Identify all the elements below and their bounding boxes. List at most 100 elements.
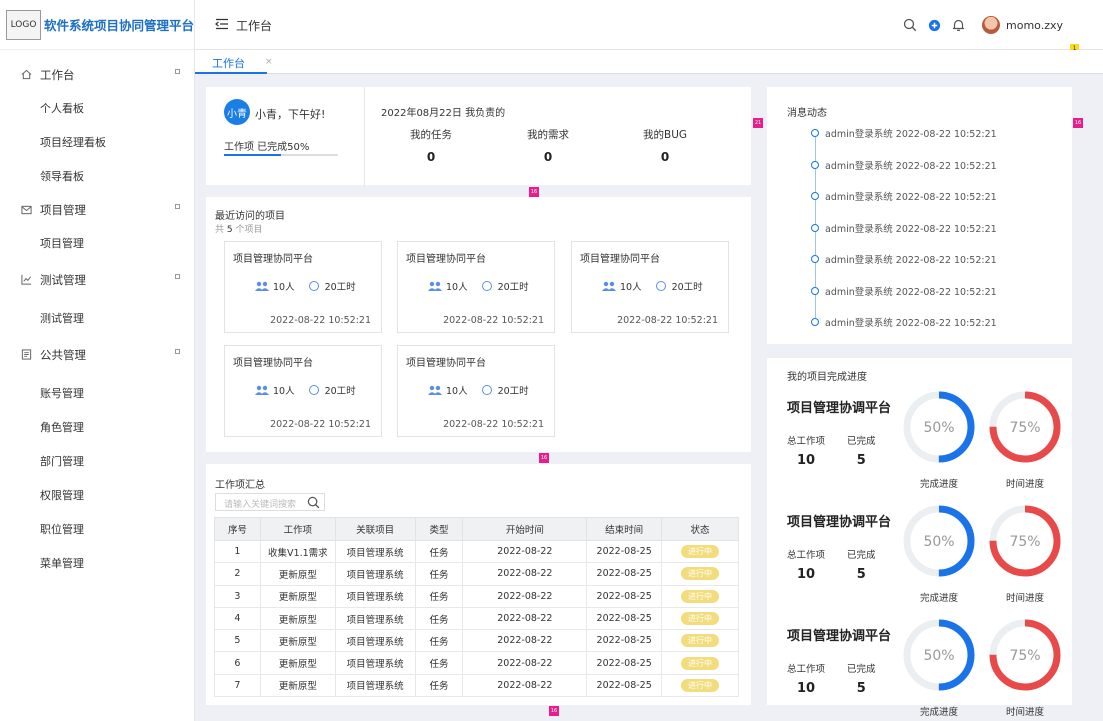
table-row[interactable]: 2 更新原型 项目管理系统 任务 2022-08-22 2022-08-25 进行中: [214, 562, 739, 586]
page-title: 工作台: [236, 19, 273, 33]
sidebar-item-dept[interactable]: 部门管理: [0, 444, 194, 478]
table-row[interactable]: 5 更新原型 项目管理系统 任务 2022-08-22 2022-08-25 进行中: [214, 629, 739, 653]
project-date: 2022-08-22 10:52:21: [443, 419, 544, 430]
project-card[interactable]: 项目管理协同平台 10人 20工时 2022-08-22 10:52:21: [397, 241, 555, 333]
table-cell: 更新原型: [259, 584, 336, 608]
progress-donut: 75%: [989, 391, 1061, 463]
table-row[interactable]: 6 更新原型 项目管理系统 任务 2022-08-22 2022-08-25 进行中: [214, 651, 739, 675]
sidebar-item-menu[interactable]: 菜单管理: [0, 546, 194, 580]
timeline-item[interactable]: admin登录系统 2022-08-22 10:52:21: [811, 252, 997, 266]
table-cell: 3: [214, 584, 261, 608]
status-cell: 进行中: [661, 629, 739, 653]
spacing-badge: 16: [529, 187, 539, 197]
project-card[interactable]: 项目管理协同平台 10人 20工时 2022-08-22 10:52:21: [571, 241, 729, 333]
tab-workbench[interactable]: 工作台: [195, 50, 267, 74]
project-card[interactable]: 项目管理协同平台 10人 20工时 2022-08-22 10:52:21: [397, 345, 555, 437]
table-cell: 任务: [414, 673, 464, 698]
table-row[interactable]: 4 更新原型 项目管理系统 任务 2022-08-22 2022-08-25 进行中: [214, 606, 739, 631]
people-icon: [255, 281, 269, 291]
hours: 20工时: [324, 282, 356, 293]
project-card[interactable]: 项目管理协同平台 10人 20工时 2022-08-22 10:52:21: [224, 345, 382, 437]
table-cell: 任务: [414, 584, 464, 608]
done-stat: 已完成 5: [847, 433, 876, 468]
stat-bugs[interactable]: 我的BUG 0: [615, 127, 715, 164]
table-cell: 2022-08-22: [462, 651, 588, 675]
timeline-item[interactable]: admin登录系统 2022-08-22 10:52:21: [811, 315, 997, 329]
username[interactable]: momo.zxy: [1006, 19, 1063, 32]
bell-icon[interactable]: [950, 17, 966, 33]
done-stat: 已完成 5: [847, 547, 876, 582]
sidebar-group-label: 公共管理: [40, 347, 86, 362]
menu-fold-icon[interactable]: [215, 18, 229, 30]
sidebar: LOGO 软件系统项目协同管理平台 工作台 个人看板 项目经理看板 领导看板 项…: [0, 0, 195, 721]
section-title: 我的项目完成进度: [787, 372, 867, 383]
sidebar-item-leader[interactable]: 领导看板: [0, 159, 194, 193]
stat-label: 已完成: [847, 436, 876, 447]
recent-projects-card: 最近访问的项目 共 5 个项目 项目管理协同平台 10人 20工时 2022-0…: [206, 197, 751, 452]
progress-donut: 50%: [903, 391, 975, 463]
sidebar-item-pm-board[interactable]: 项目经理看板: [0, 125, 194, 159]
tab-close-icon[interactable]: ×: [265, 57, 273, 67]
stat-label: 总工作项: [787, 436, 826, 447]
sidebar-item-permission[interactable]: 权限管理: [0, 478, 194, 512]
search-input[interactable]: 请输入关键词搜索: [215, 493, 325, 511]
timeline-dot-icon: [811, 129, 819, 137]
status-badge: 进行中: [681, 678, 720, 692]
project-card[interactable]: 项目管理协同平台 10人 20工时 2022-08-22 10:52:21: [224, 241, 382, 333]
table-row[interactable]: 7 更新原型 项目管理系统 任务 2022-08-22 2022-08-25 进行中: [214, 673, 739, 698]
sidebar-item-test-mgmt[interactable]: 测试管理: [0, 301, 194, 335]
timeline-item[interactable]: admin登录系统 2022-08-22 10:52:21: [811, 284, 997, 298]
stat-requirements[interactable]: 我的需求 0: [498, 127, 598, 164]
count-suffix: 个项目: [235, 225, 263, 235]
donut-value: 50%: [923, 648, 954, 664]
message-text: admin登录系统 2022-08-22 10:52:21: [825, 223, 997, 235]
logo-row: LOGO 软件系统项目协同管理平台: [0, 0, 194, 50]
search-placeholder: 请输入关键词搜索: [224, 500, 297, 510]
tab-label: 工作台: [212, 57, 245, 70]
stat-label: 总工作项: [787, 664, 826, 675]
sidebar-item-account[interactable]: 账号管理: [0, 376, 194, 410]
expand-icon: [175, 204, 180, 209]
sidebar-item-personal[interactable]: 个人看板: [0, 91, 194, 125]
stat-tasks[interactable]: 我的任务 0: [381, 127, 481, 164]
section-title: 消息动态: [787, 108, 827, 119]
project-progress[interactable]: 项目管理协调平台 总工作项 10 已完成 5 完成进度 时间进度 50% 75%: [767, 391, 1072, 507]
timeline-item[interactable]: admin登录系统 2022-08-22 10:52:21: [811, 126, 997, 140]
workitems-table: 序号 工作项 关联项目 类型 开始时间 结束时间 状态 1 收集V1.1需求 项目管…: [214, 517, 739, 698]
sidebar-item-project-mgmt[interactable]: 项目管理: [0, 226, 194, 260]
add-icon[interactable]: [926, 17, 942, 33]
column-header: 工作项: [259, 517, 336, 541]
table-cell: 任务: [414, 562, 464, 586]
table-row[interactable]: 3 更新原型 项目管理系统 任务 2022-08-22 2022-08-25 进行中: [214, 584, 739, 608]
sidebar-item-position[interactable]: 职位管理: [0, 512, 194, 546]
duty-title: 2022年08月22日 我负责的: [381, 108, 506, 119]
sidebar-group-test[interactable]: 测试管理: [0, 263, 194, 296]
avatar[interactable]: [982, 16, 1000, 34]
sidebar-item-role[interactable]: 角色管理: [0, 410, 194, 444]
total-stat: 总工作项 10: [787, 547, 825, 582]
table-cell: 更新原型: [259, 629, 336, 653]
search-icon[interactable]: [307, 496, 320, 509]
timeline-item[interactable]: admin登录系统 2022-08-22 10:52:21: [811, 158, 997, 172]
timeline-dot-icon: [811, 223, 819, 232]
search-icon[interactable]: [902, 17, 918, 33]
timeline-item[interactable]: admin登录系统 2022-08-22 10:52:21: [811, 221, 997, 235]
message-text: admin登录系统 2022-08-22 10:52:21: [825, 160, 997, 172]
stat-label: 总工作项: [787, 550, 826, 561]
chart-icon: [20, 274, 32, 286]
donut-label: 时间进度: [1005, 479, 1044, 490]
sidebar-group-public[interactable]: 公共管理: [0, 338, 194, 371]
table-row[interactable]: 1 收集V1.1需求 项目管理系统 任务 2022-08-22 2022-08-25 进行中: [214, 539, 739, 564]
progress-label: 工作项 已完成50%: [224, 142, 310, 153]
donut-value: 75%: [1009, 648, 1040, 664]
sidebar-group-workbench[interactable]: 工作台: [0, 58, 194, 91]
table-cell: 项目管理系统: [334, 629, 416, 653]
project-progress[interactable]: 项目管理协调平台 总工作项 10 已完成 5 完成进度 时间进度 50% 75%: [767, 619, 1072, 721]
table-cell: 项目管理系统: [334, 539, 416, 564]
progress-bar: [224, 154, 338, 156]
project-progress[interactable]: 项目管理协调平台 总工作项 10 已完成 5 完成进度 时间进度 50% 75%: [767, 505, 1072, 621]
messages-card: 消息动态 admin登录系统 2022-08-22 10:52:21 admin登…: [767, 87, 1072, 344]
sidebar-group-project[interactable]: 项目管理: [0, 193, 194, 226]
project-meta: 10人 20工时: [255, 279, 356, 293]
timeline-item[interactable]: admin登录系统 2022-08-22 10:52:21: [811, 189, 997, 203]
